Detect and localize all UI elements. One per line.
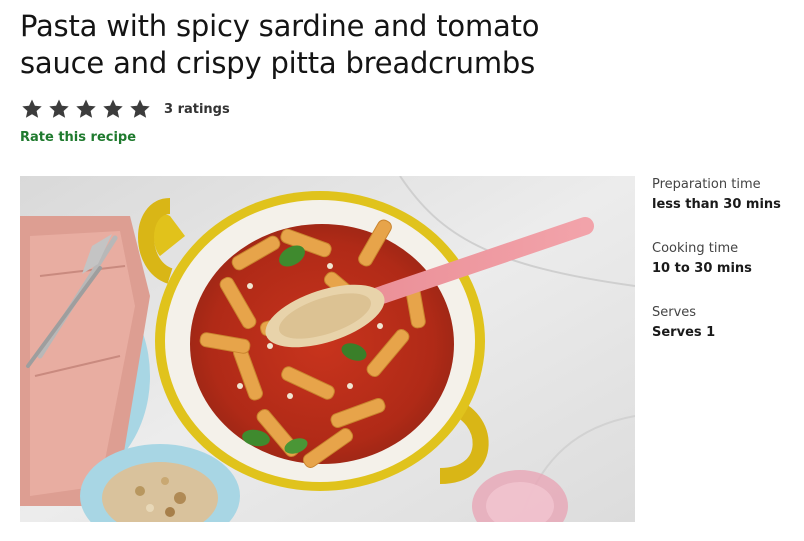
- cook-time: Cooking time 10 to 30 mins: [652, 240, 802, 304]
- star-icon[interactable]: [128, 97, 152, 121]
- star-icon[interactable]: [74, 97, 98, 121]
- star-icon[interactable]: [47, 97, 71, 121]
- prep-time: Preparation time less than 30 mins: [652, 176, 802, 240]
- serves-label: Serves: [652, 305, 697, 320]
- prep-time-label: Preparation time: [652, 177, 761, 192]
- rate-recipe-link[interactable]: Rate this recipe: [20, 130, 136, 145]
- recipe-hero-image: [20, 176, 635, 522]
- star-icon[interactable]: [101, 97, 125, 121]
- cook-time-value: 10 to 30 mins: [652, 261, 752, 276]
- rating: 3 ratings: [20, 96, 230, 122]
- recipe-title: Pasta with spicy sardine and tomato sauc…: [20, 9, 540, 80]
- recipe-details: Preparation time less than 30 mins Cooki…: [652, 176, 802, 368]
- star-rating[interactable]: [20, 97, 152, 121]
- cook-time-label: Cooking time: [652, 241, 739, 256]
- star-icon[interactable]: [20, 97, 44, 121]
- serves-value: Serves 1: [652, 325, 716, 340]
- rating-count: 3 ratings: [164, 101, 230, 117]
- serves: Serves Serves 1: [652, 304, 802, 368]
- prep-time-value: less than 30 mins: [652, 197, 781, 212]
